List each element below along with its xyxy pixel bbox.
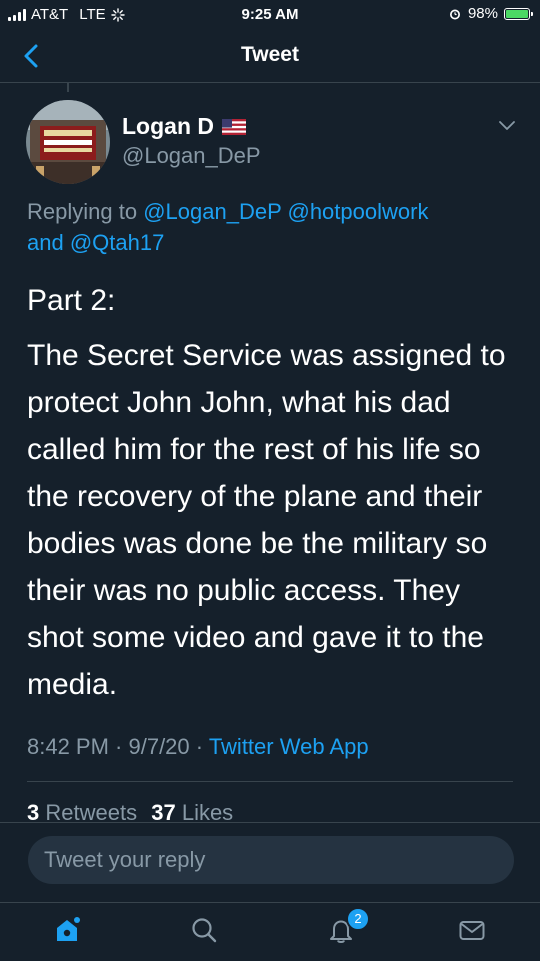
replying-prefix: Replying to bbox=[27, 199, 138, 224]
chevron-down-icon[interactable] bbox=[497, 118, 517, 134]
tweet-body: Part 2: The Secret Service was assigned … bbox=[27, 277, 517, 708]
author-name-row: Logan D bbox=[122, 113, 246, 140]
tab-bar bbox=[0, 902, 540, 961]
nav-bar: Tweet bbox=[0, 30, 540, 83]
tweet-timestamp: 8:42 PM · 9/7/20 · bbox=[27, 734, 209, 759]
mention-link[interactable]: @Qtah17 bbox=[70, 230, 165, 255]
thread-line bbox=[67, 82, 69, 92]
status-right: 98% bbox=[448, 5, 533, 22]
replying-to: Replying to @Logan_DeP @hotpoolwork and … bbox=[27, 196, 517, 258]
reply-bar: Tweet your reply bbox=[0, 822, 540, 903]
avatar-image bbox=[26, 100, 110, 184]
replying-and: and bbox=[27, 230, 64, 255]
divider bbox=[27, 781, 513, 782]
home-icon[interactable] bbox=[52, 915, 82, 945]
author-name[interactable]: Logan D bbox=[122, 113, 214, 140]
mention-link[interactable]: @Logan_DeP bbox=[143, 199, 281, 224]
battery-percent: 98% bbox=[467, 5, 498, 22]
tweet-meta: 8:42 PM · 9/7/20 · Twitter Web App bbox=[27, 734, 369, 760]
search-icon[interactable] bbox=[189, 915, 219, 945]
mention-link[interactable]: @hotpoolwork bbox=[287, 199, 428, 224]
tweet-text: The Secret Service was assigned to prote… bbox=[27, 339, 506, 701]
tweet-part-label: Part 2: bbox=[27, 284, 116, 317]
messages-icon[interactable] bbox=[457, 915, 487, 945]
avatar[interactable] bbox=[26, 100, 110, 184]
page-title: Tweet bbox=[241, 43, 299, 66]
author-handle[interactable]: @Logan_DeP bbox=[122, 143, 261, 169]
battery-fill bbox=[506, 9, 528, 18]
status-bar: AT&T LTE 9:25 AM 98% bbox=[0, 0, 540, 30]
alarm-icon bbox=[449, 9, 460, 19]
us-flag-icon bbox=[222, 118, 246, 135]
notifications-badge: 2 bbox=[346, 907, 370, 931]
battery-icon bbox=[504, 7, 533, 20]
reply-input[interactable]: Tweet your reply bbox=[28, 836, 514, 884]
tweet-source-link[interactable]: Twitter Web App bbox=[209, 734, 369, 759]
